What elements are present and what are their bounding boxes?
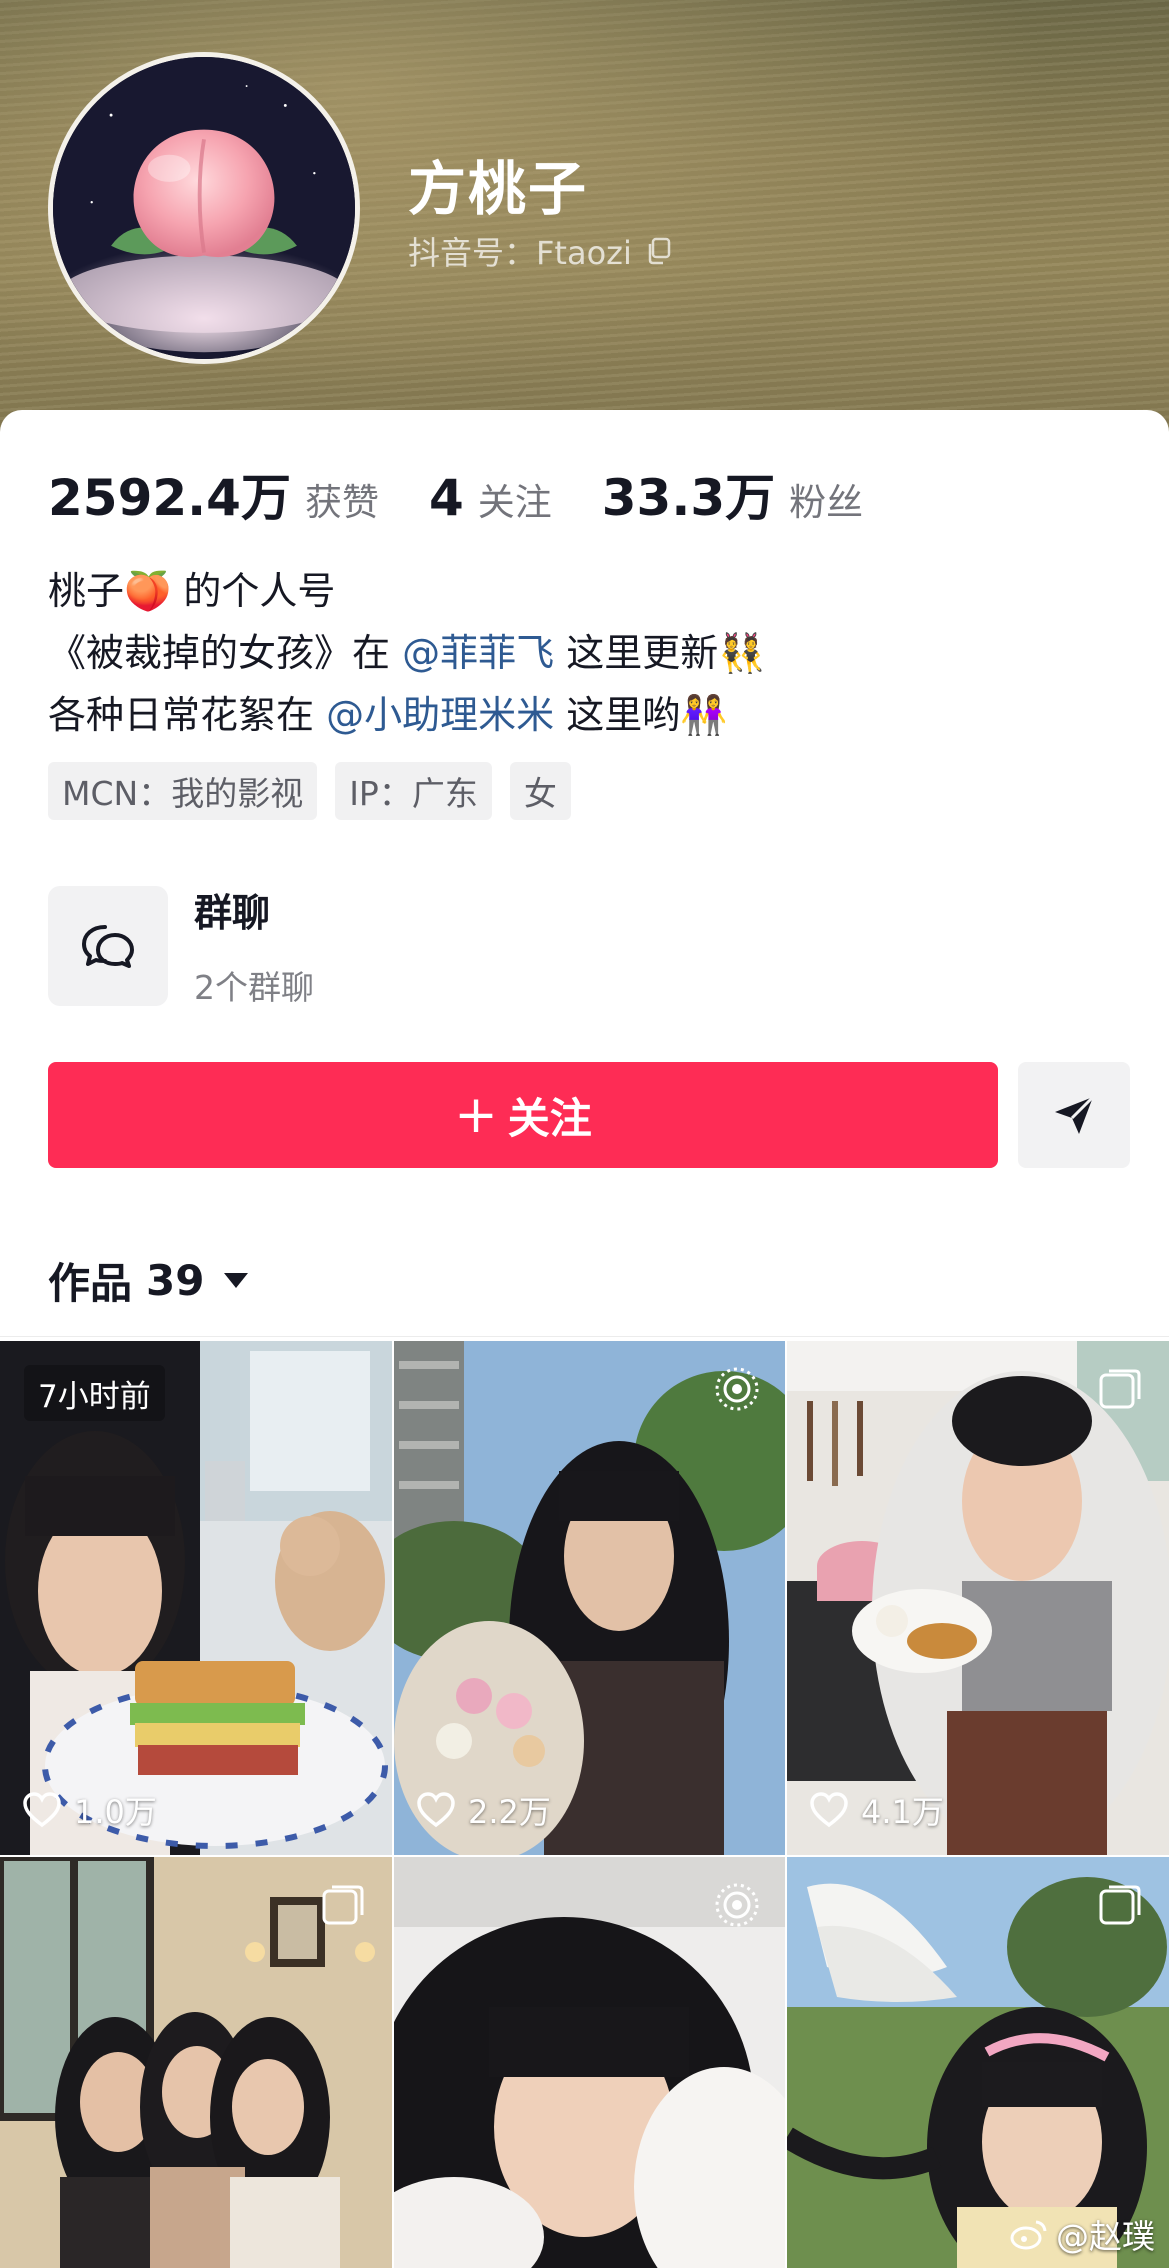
bio-text: 各种日常花絮在 bbox=[48, 693, 327, 737]
bio-text: 《被裁掉的女孩》在 bbox=[48, 631, 403, 675]
group-chat-entry[interactable]: 群聊 2个群聊 bbox=[48, 882, 314, 1009]
follow-button-label: 关注 bbox=[507, 1093, 592, 1143]
bio-text: 这里更新 bbox=[554, 631, 719, 675]
plus-icon: + bbox=[454, 1085, 498, 1145]
live-photo-icon bbox=[715, 1367, 759, 1411]
video-thumbnail[interactable] bbox=[0, 1857, 392, 2268]
works-count: 39 bbox=[146, 1256, 205, 1305]
weibo-icon bbox=[1010, 2220, 1047, 2250]
like-count-text: 1.0万 bbox=[74, 1793, 157, 1831]
like-count-text: 2.2万 bbox=[468, 1793, 551, 1831]
like-count: 1.0万 bbox=[22, 1787, 157, 1833]
group-chat-subtitle: 2个群聊 bbox=[194, 968, 314, 1007]
dancers-emoji: 👯 bbox=[718, 631, 766, 675]
watermark-text: @赵璞 bbox=[1056, 2217, 1155, 2256]
weibo-watermark: @赵璞 bbox=[1010, 2210, 1155, 2258]
like-count: 2.2万 bbox=[416, 1787, 551, 1833]
works-tab-label: 作品 bbox=[48, 1259, 133, 1308]
photo-girl-flowers-sky bbox=[394, 1341, 785, 1855]
bio-line: 《被裁掉的女孩》在 @菲菲飞 这里更新👯 bbox=[48, 622, 766, 684]
time-badge: 7小时前 bbox=[24, 1365, 165, 1421]
avatar[interactable] bbox=[48, 52, 360, 364]
bio-text: 的个人号 bbox=[171, 569, 336, 613]
profile-stats: 2592.4万 获赞 4 关注 33.3万 粉丝 bbox=[48, 458, 913, 530]
stat-following[interactable]: 4 关注 bbox=[429, 469, 552, 527]
follow-button[interactable]: + 关注 bbox=[48, 1062, 998, 1168]
video-thumbnail[interactable] bbox=[394, 1857, 785, 2268]
heart-icon bbox=[417, 1792, 455, 1828]
stat-followers[interactable]: 33.3万 粉丝 bbox=[602, 458, 863, 530]
stat-value: 4 bbox=[428, 469, 464, 527]
copy-icon[interactable] bbox=[644, 236, 674, 266]
photo-girl-kitchen-plate bbox=[787, 1341, 1169, 1855]
douyin-id: 抖音号：Ftaozi bbox=[408, 228, 674, 274]
like-count: 4.1万 bbox=[809, 1787, 944, 1833]
girls-emoji: 👭 bbox=[680, 693, 728, 737]
douyin-id-text: 抖音号：Ftaozi bbox=[408, 234, 632, 272]
tag-mcn[interactable]: MCN：我的影视 bbox=[48, 762, 318, 820]
heart-icon bbox=[23, 1792, 61, 1828]
stat-value: 2592.4万 bbox=[48, 469, 291, 527]
send-message-button[interactable] bbox=[1018, 1062, 1130, 1168]
chat-bubbles-icon bbox=[82, 924, 134, 968]
heart-icon bbox=[810, 1792, 848, 1828]
peach-icon bbox=[53, 57, 355, 359]
mention-link[interactable]: @小助理米米 bbox=[326, 693, 554, 737]
group-chat-title: 群聊 bbox=[194, 891, 271, 935]
group-chat-text: 群聊 2个群聊 bbox=[194, 882, 314, 1009]
paper-plane-icon bbox=[1055, 1095, 1095, 1134]
tag-ip-location: IP：广东 bbox=[335, 762, 492, 820]
image-post-icon bbox=[1099, 1885, 1141, 1925]
bio-text: 桃子 bbox=[48, 569, 125, 613]
stat-likes[interactable]: 2592.4万 获赞 bbox=[48, 458, 379, 530]
stat-value: 33.3万 bbox=[601, 469, 776, 527]
bio-line: 桃子🍑 的个人号 bbox=[48, 560, 766, 622]
video-thumbnail[interactable]: 4.1万 bbox=[787, 1341, 1169, 1855]
divider bbox=[0, 1336, 1169, 1337]
profile-tags: MCN：我的影视 IP：广东 女 bbox=[48, 762, 571, 820]
live-photo-icon bbox=[715, 1883, 759, 1927]
profile-bio: 桃子🍑 的个人号 《被裁掉的女孩》在 @菲菲飞 这里更新👯 各种日常花絮在 @小… bbox=[48, 560, 766, 746]
like-count-text: 4.1万 bbox=[861, 1793, 944, 1831]
caret-down-icon[interactable] bbox=[224, 1273, 249, 1288]
video-thumbnail[interactable] bbox=[787, 1857, 1169, 2268]
profile-nickname: 方桃子 bbox=[408, 155, 589, 223]
image-post-icon bbox=[1099, 1369, 1141, 1409]
video-thumbnail[interactable]: 7小时前 1.0万 bbox=[0, 1341, 392, 1855]
image-post-icon bbox=[322, 1885, 364, 1925]
peach-emoji: 🍑 bbox=[124, 569, 172, 613]
works-tab[interactable]: 作品 39 bbox=[48, 1250, 249, 1311]
video-thumbnail[interactable]: 2.2万 bbox=[394, 1341, 785, 1855]
stat-label: 粉丝 bbox=[789, 481, 864, 524]
stat-label: 获赞 bbox=[304, 481, 379, 524]
bio-line: 各种日常花絮在 @小助理米米 这里哟👭 bbox=[48, 684, 766, 746]
group-chat-icon-box bbox=[48, 885, 168, 1006]
tag-gender: 女 bbox=[509, 762, 571, 820]
stat-label: 关注 bbox=[477, 481, 552, 524]
mention-link[interactable]: @菲菲飞 bbox=[402, 631, 554, 675]
bio-text: 这里哟 bbox=[554, 693, 681, 737]
